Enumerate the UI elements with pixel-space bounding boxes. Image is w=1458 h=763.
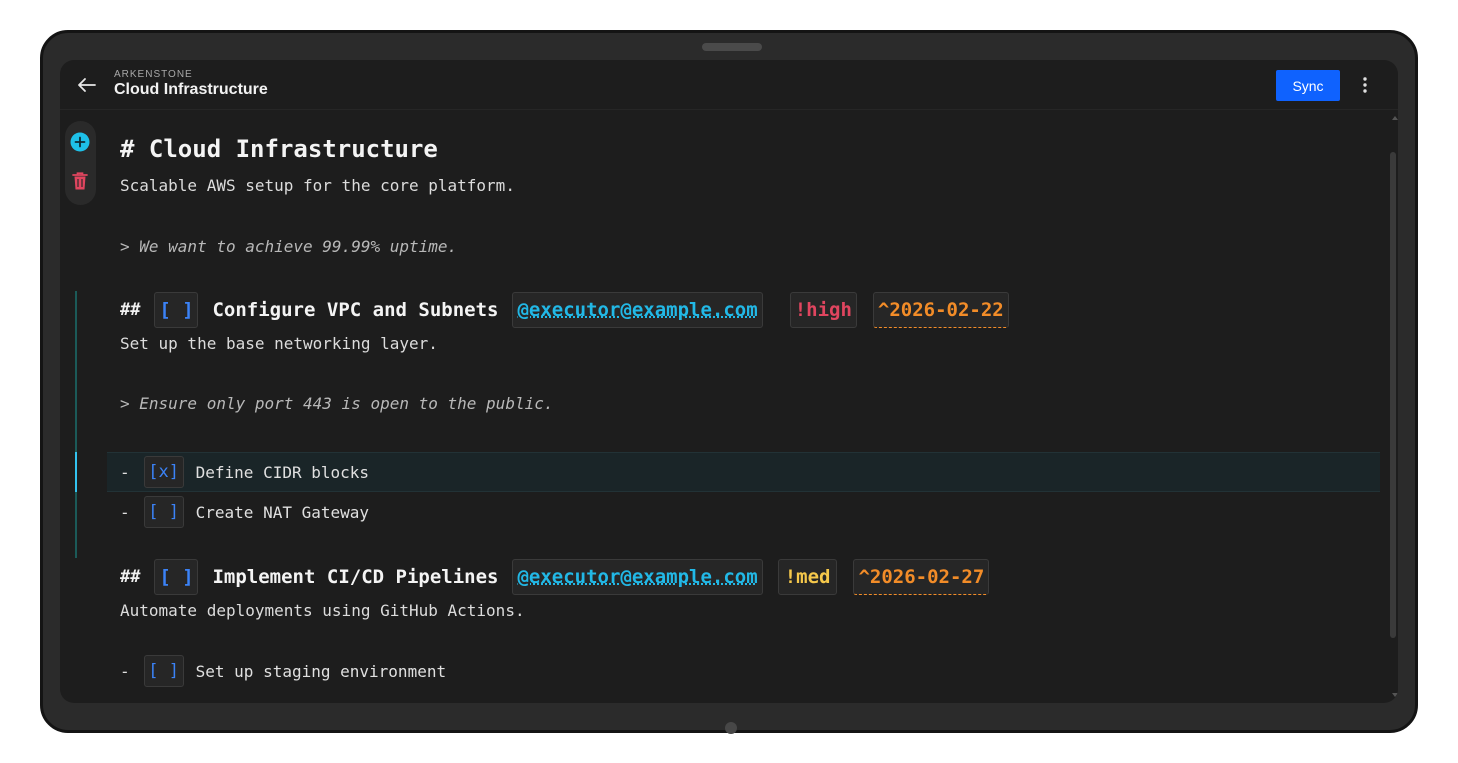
back-arrow-icon[interactable]	[76, 74, 98, 96]
scroll-up-arrow[interactable]	[1392, 116, 1398, 120]
section-heading-cicd: ## [ ] Implement CI/CD Pipelines @execut…	[120, 558, 990, 596]
priority-tag[interactable]: !high	[789, 292, 857, 328]
section-checkbox[interactable]: [ ]	[154, 292, 199, 328]
document-heading: # Cloud Infrastructure	[120, 135, 438, 163]
device-frame: ARKENSTONE Cloud Infrastructure Sync # C…	[40, 30, 1418, 734]
scrollbar-thumb[interactable]	[1390, 152, 1396, 638]
task-checkbox[interactable]: [ ]	[143, 655, 184, 687]
section-indicator	[75, 291, 77, 558]
section-title: Configure VPC and Subnets	[212, 299, 499, 321]
assignee-tag[interactable]: @executor@example.com	[512, 559, 763, 595]
trash-icon[interactable]	[71, 171, 89, 191]
device-notch	[702, 43, 762, 51]
more-vertical-icon[interactable]	[1356, 74, 1374, 96]
heading-marker: ##	[120, 567, 141, 587]
document-description: Scalable AWS setup for the core platform…	[120, 176, 515, 195]
due-date-tag[interactable]: ^2026-02-22	[872, 292, 1009, 328]
task-bullet: -	[120, 502, 130, 522]
task-checkbox[interactable]: [x]	[143, 456, 184, 488]
app-header: ARKENSTONE Cloud Infrastructure Sync	[60, 60, 1398, 110]
task-label: Create NAT Gateway	[195, 502, 370, 522]
section-checkbox[interactable]: [ ]	[154, 559, 199, 595]
assignee-tag[interactable]: @executor@example.com	[512, 292, 763, 328]
page-title: Cloud Infrastructure	[114, 81, 268, 98]
document-quote: > We want to achieve 99.99% uptime.	[120, 237, 458, 256]
task-checkbox[interactable]: [ ]	[143, 496, 184, 528]
block-toolbar	[65, 121, 96, 205]
task-item: - [ ] Set up staging environment	[120, 653, 446, 689]
due-date-tag[interactable]: ^2026-02-27	[853, 559, 990, 595]
section-quote: > Ensure only port 443 is open to the pu…	[120, 394, 554, 413]
task-label: Define CIDR blocks	[195, 462, 370, 482]
add-circle-icon[interactable]	[70, 132, 90, 152]
app-screen: ARKENSTONE Cloud Infrastructure Sync # C…	[60, 60, 1398, 703]
scroll-down-arrow[interactable]	[1392, 693, 1398, 697]
heading-marker: ##	[120, 300, 141, 320]
priority-tag[interactable]: !med	[777, 559, 838, 595]
task-item: - [ ] Create NAT Gateway	[120, 494, 369, 530]
task-bullet: -	[120, 661, 130, 681]
active-line-accent	[75, 452, 77, 492]
section-description: Set up the base networking layer.	[120, 334, 438, 353]
section-title: Implement CI/CD Pipelines	[212, 566, 499, 588]
home-button[interactable]	[725, 722, 737, 734]
section-description: Automate deployments using GitHub Action…	[120, 601, 525, 620]
task-bullet: -	[120, 462, 130, 482]
task-label: Set up staging environment	[195, 661, 447, 681]
task-item: - [x] Define CIDR blocks	[120, 454, 369, 490]
sync-button[interactable]: Sync	[1276, 70, 1340, 101]
workspace-label: ARKENSTONE	[114, 69, 193, 80]
section-heading-vpc: ## [ ] Configure VPC and Subnets @execut…	[120, 291, 1009, 329]
